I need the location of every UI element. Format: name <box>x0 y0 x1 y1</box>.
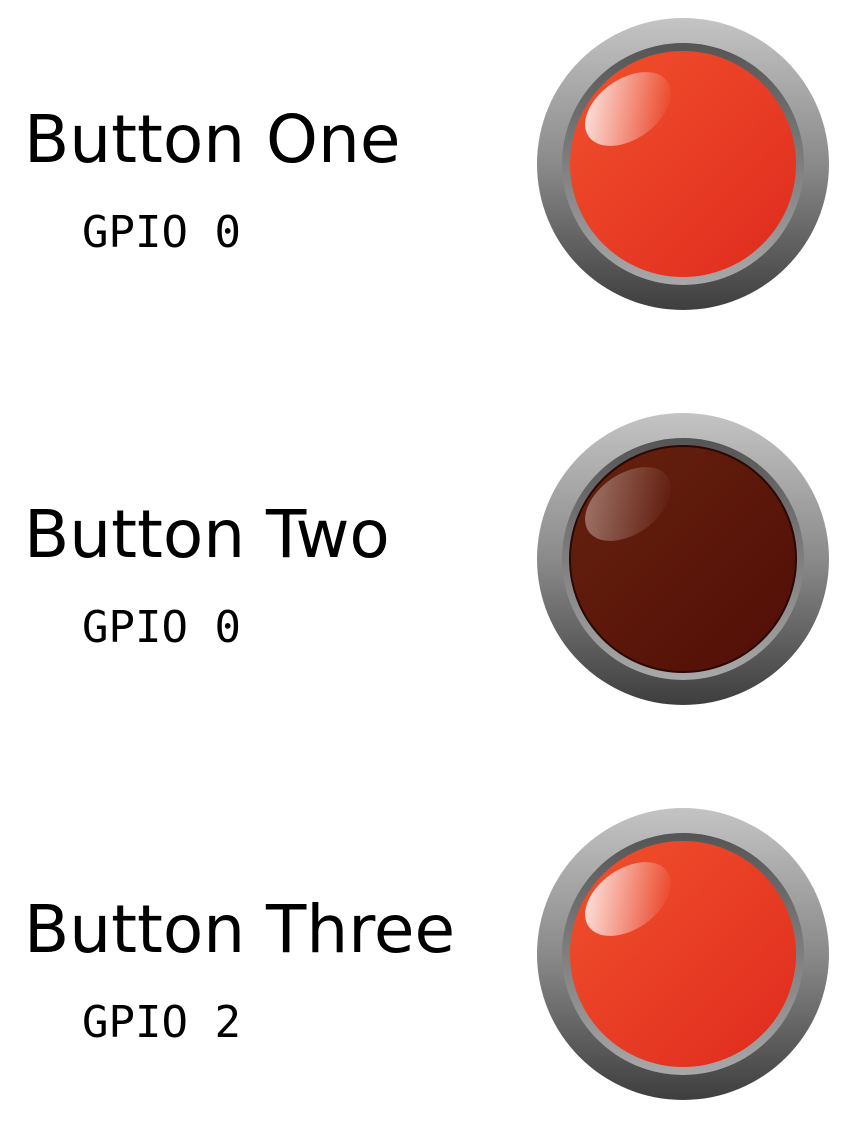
button-three-label: Button Three <box>24 891 456 968</box>
button-two-gpio: GPIO 0 <box>82 602 241 653</box>
button-row-one: Button One GPIO 0 <box>0 15 868 315</box>
red-button-icon <box>537 808 829 1100</box>
button-two-indicator[interactable] <box>536 412 830 706</box>
red-button-icon <box>537 18 829 310</box>
dark-red-button-icon <box>537 413 829 705</box>
button-row-two: Button Two GPIO 0 <box>0 410 868 710</box>
button-one-indicator[interactable] <box>536 17 830 311</box>
button-one-gpio: GPIO 0 <box>82 207 241 258</box>
button-three-indicator[interactable] <box>536 807 830 1101</box>
button-two-label: Button Two <box>24 496 390 573</box>
button-one-label: Button One <box>24 101 401 178</box>
button-row-three: Button Three GPIO 2 <box>0 805 868 1105</box>
button-three-gpio: GPIO 2 <box>82 997 241 1048</box>
